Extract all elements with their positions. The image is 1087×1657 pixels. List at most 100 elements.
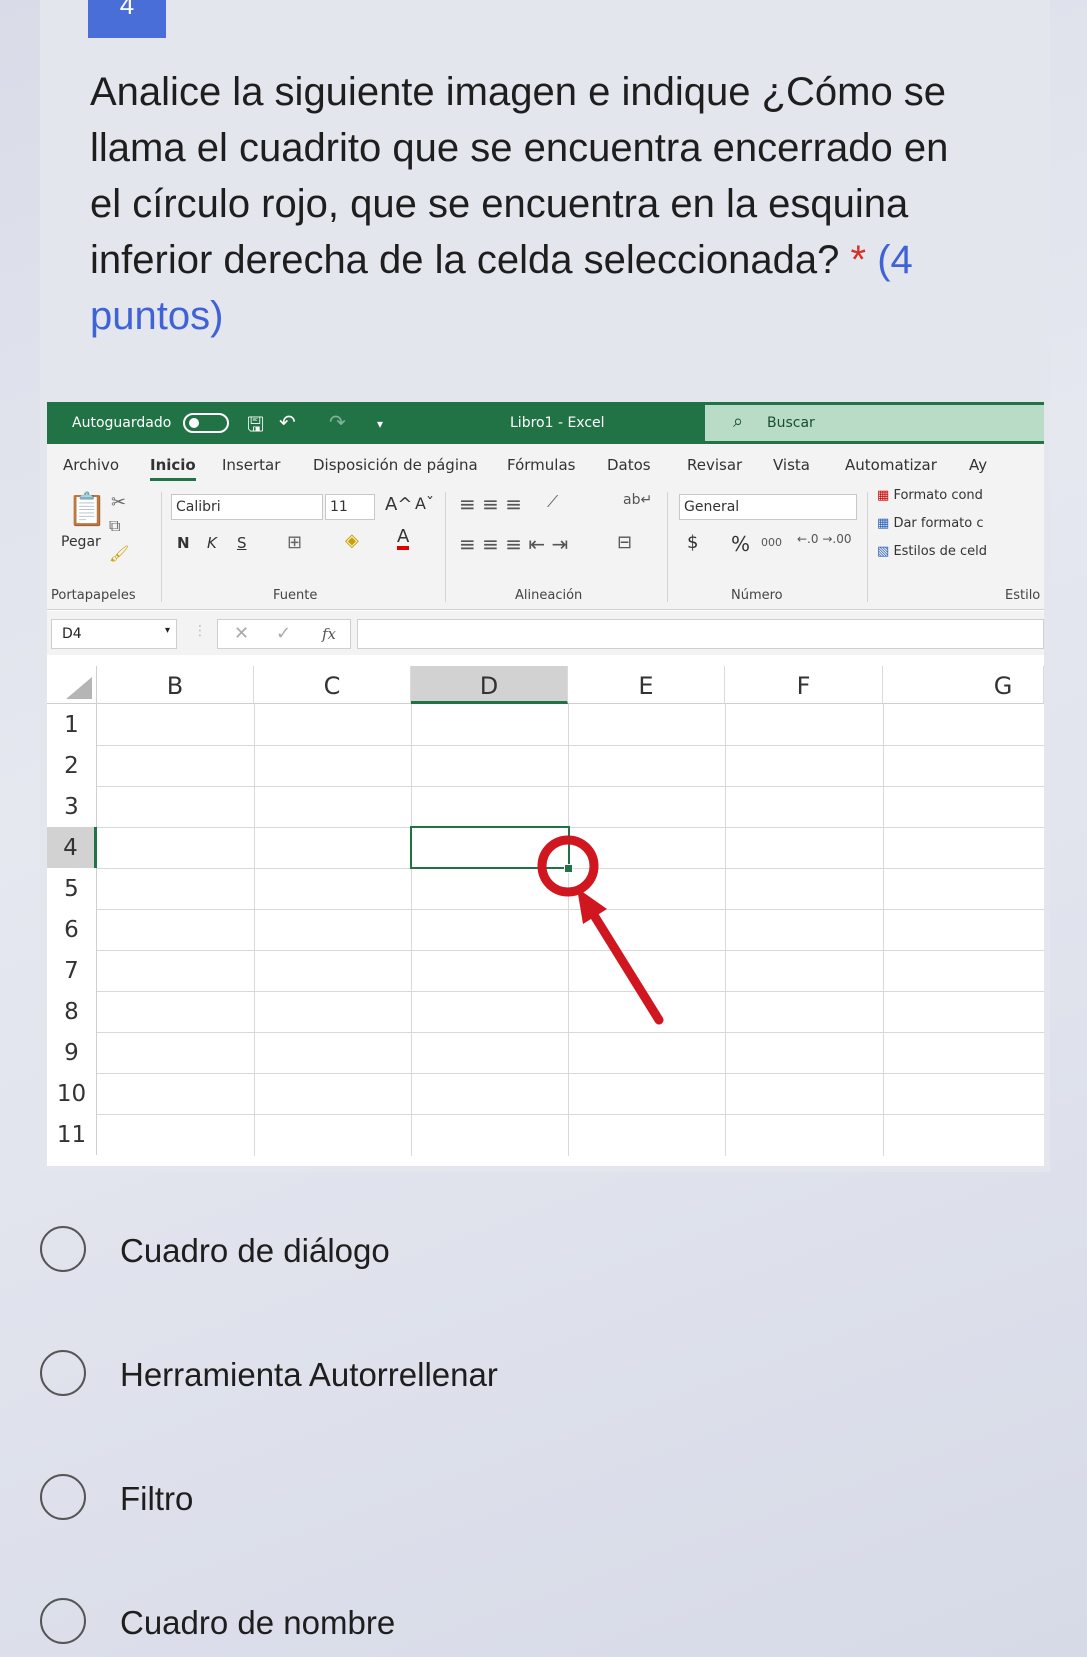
cell-styles-icon: ▧ — [877, 544, 890, 559]
decrease-font-icon: Aˇ — [415, 494, 434, 513]
table-format-icon: ▦ — [877, 516, 890, 531]
italic-button: K — [207, 534, 217, 552]
copy-icon: ⧉ — [109, 516, 121, 535]
search-placeholder: Buscar — [767, 415, 815, 431]
option-label: Herramienta Autorrellenar — [120, 1356, 498, 1393]
column-header-b: B — [97, 666, 254, 704]
format-as-table-label: Dar formato c — [893, 516, 984, 531]
cell-styles-button: ▧ Estilos de celd — [877, 544, 987, 559]
percent-button: % — [731, 532, 751, 556]
fill-color-icon: ◈ — [345, 530, 359, 551]
option-label: Cuadro de diálogo — [120, 1232, 390, 1269]
tab-archivo: Archivo — [63, 456, 120, 474]
column-header-c: C — [254, 666, 411, 704]
conditional-format-button: ▦ Formato cond — [877, 488, 983, 503]
required-mark: * — [850, 238, 867, 282]
fill-handle — [564, 864, 573, 873]
row-header-6: 6 — [47, 909, 97, 950]
option-label: Cuadro de nombre — [120, 1604, 396, 1641]
thousands-button: 000 — [761, 536, 782, 549]
redo-icon: ↷ — [329, 410, 346, 434]
radio-button[interactable] — [40, 1598, 86, 1644]
question-text: Analice la siguiente imagen e indique ¿C… — [90, 64, 990, 344]
annotation-arrow-head — [577, 888, 607, 924]
cut-icon: ✂ — [111, 492, 127, 513]
tab-automatizar: Automatizar — [845, 456, 937, 474]
column-header-f: F — [725, 666, 883, 704]
column-header-d: D — [411, 666, 568, 704]
radio-button[interactable] — [40, 1350, 86, 1396]
row-header-8: 8 — [47, 991, 97, 1032]
undo-icon: ↶ — [279, 410, 296, 434]
font-name-value: Calibri — [176, 499, 221, 515]
group-numero: Número — [731, 588, 783, 603]
radio-button[interactable] — [40, 1226, 86, 1272]
annotation-arrow-line — [587, 907, 664, 1025]
excel-title-bar: Autoguardado 🖫 ↶ ↷ ▾ Libro1 - Excel ⌕ Bu… — [47, 402, 1044, 444]
align-top-icon: ≡ ≡ ≡ — [459, 492, 522, 516]
row-header-2: 2 — [47, 745, 97, 786]
tab-vista: Vista — [773, 456, 810, 474]
row-header-10: 10 — [47, 1073, 97, 1114]
conditional-format-icon: ▦ — [877, 488, 890, 503]
wrap-text-icon: ab↵ — [623, 492, 653, 508]
function-icon: fx — [322, 625, 337, 643]
decimals-icon: ←.0 →.00 — [797, 532, 852, 546]
format-as-table-button: ▦ Dar formato c — [877, 516, 984, 531]
formula-input — [357, 619, 1044, 649]
tab-formulas: Fórmulas — [507, 456, 576, 474]
conditional-format-label: Formato cond — [893, 488, 983, 503]
align-left-icon: ≡ ≡ ≡ ⇤ ⇥ — [459, 532, 569, 556]
currency-button: $ — [687, 532, 699, 553]
font-size-box: 11 — [325, 494, 375, 520]
question-body: Analice la siguiente imagen e indique ¿C… — [90, 70, 949, 282]
name-box-value: D4 — [62, 626, 82, 642]
radio-button[interactable] — [40, 1474, 86, 1520]
question-number: 4 — [88, 0, 166, 38]
name-box: D4 ▾ — [51, 619, 177, 649]
ribbon-tabs: Archivo Inicio Insertar Disposición de p… — [47, 444, 1044, 484]
row-header-9: 9 — [47, 1032, 97, 1073]
row-header-1: 1 — [47, 704, 97, 745]
row-header-5: 5 — [47, 868, 97, 909]
cancel-icon: ✕ — [234, 623, 250, 644]
tab-inicio: Inicio — [150, 456, 196, 481]
paste-label: Pegar — [61, 534, 101, 550]
tab-disposicion: Disposición de página — [313, 456, 478, 474]
row-header-3: 3 — [47, 786, 97, 827]
ribbon: 📋 Pegar ✂ ⧉ 🖌 Portapapeles Calibri 11 A^… — [47, 484, 1044, 610]
column-header-g: G — [883, 666, 1044, 704]
column-header-e: E — [568, 666, 725, 704]
group-fuente: Fuente — [273, 588, 318, 603]
tab-ayuda: Ay — [969, 456, 988, 474]
font-color-icon: A — [397, 528, 410, 550]
paste-icon: 📋 — [67, 490, 107, 528]
group-estilos: Estilo — [1005, 588, 1041, 603]
cell-styles-label: Estilos de celd — [893, 544, 987, 559]
bold-button: N — [177, 534, 190, 552]
selected-cell-d4 — [410, 826, 570, 869]
font-size-value: 11 — [330, 499, 348, 515]
merge-center-icon: ⊟ — [617, 532, 633, 553]
underline-button: S — [237, 534, 247, 552]
tab-revisar: Revisar — [687, 456, 743, 474]
excel-screenshot: Autoguardado 🖫 ↶ ↷ ▾ Libro1 - Excel ⌕ Bu… — [47, 402, 1044, 1166]
font-name-box: Calibri — [171, 494, 323, 520]
enter-icon: ✓ — [276, 623, 292, 644]
number-format-box: General — [679, 494, 857, 520]
row-header-4: 4 — [47, 827, 97, 868]
search-box: ⌕ Buscar — [705, 405, 1044, 441]
format-painter-icon: 🖌 — [109, 544, 130, 563]
number-format-value: General — [684, 499, 740, 515]
save-icon: 🖫 — [247, 412, 265, 436]
tab-datos: Datos — [607, 456, 651, 474]
orientation-icon: ⟋ — [547, 492, 559, 511]
separator-icon: ⋮ — [193, 623, 207, 639]
tab-insertar: Insertar — [222, 456, 281, 474]
option-label: Filtro — [120, 1480, 194, 1517]
increase-font-icon: A^ — [385, 494, 413, 515]
annotation-overlay — [537, 835, 664, 1025]
select-all-corner — [47, 666, 97, 704]
search-icon: ⌕ — [733, 411, 744, 432]
autosave-label: Autoguardado — [72, 415, 172, 431]
